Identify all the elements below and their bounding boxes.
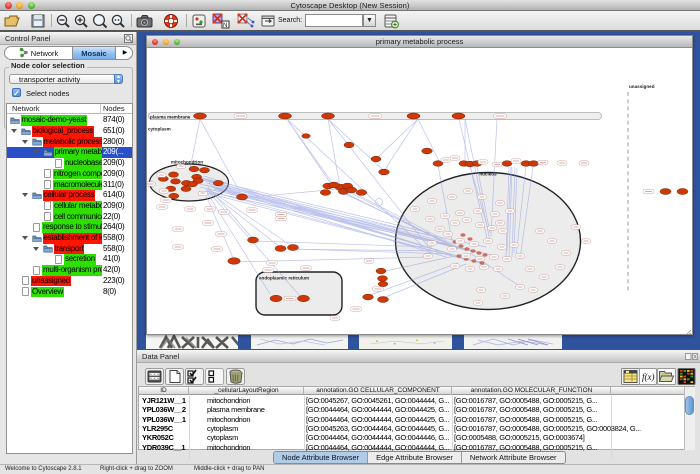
svg-text:N: N (223, 23, 227, 29)
svg-text:f(x): f(x) (642, 372, 655, 382)
svg-text:mitochondrion: mitochondrion (171, 160, 203, 165)
svg-text:cytoplasm: cytoplasm (148, 127, 171, 132)
svg-text:unassigned: unassigned (629, 84, 655, 89)
svg-text:plasma membrane: plasma membrane (150, 115, 191, 120)
